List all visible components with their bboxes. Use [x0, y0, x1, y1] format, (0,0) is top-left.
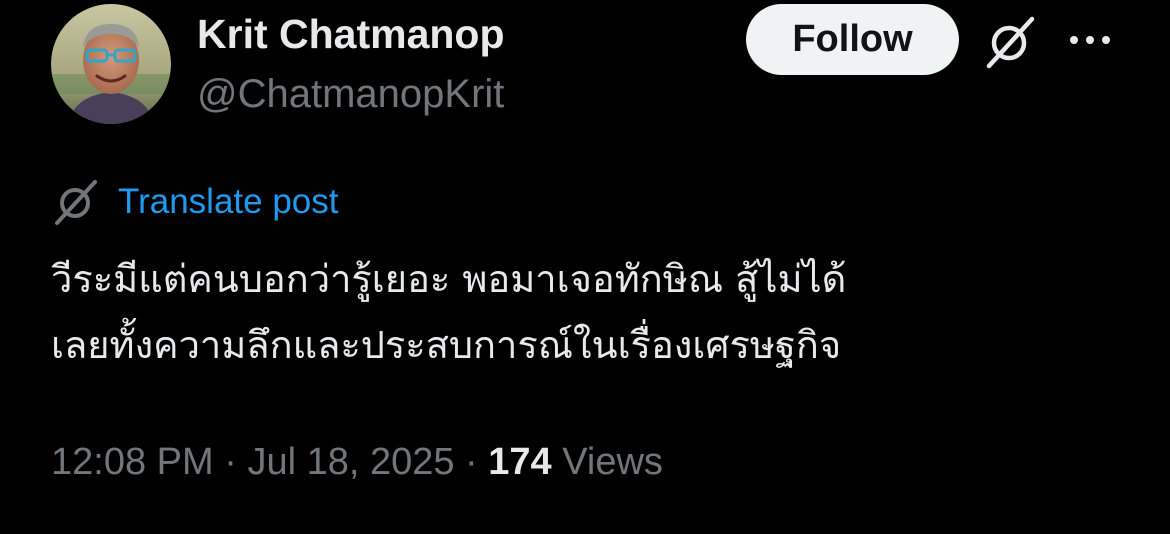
post-meta: 12:08 PM · Jul 18, 2025 · 174 Views	[51, 434, 663, 490]
meta-separator: ·	[213, 441, 248, 483]
follow-button[interactable]: Follow	[746, 4, 959, 75]
views-count[interactable]: 174	[488, 441, 551, 483]
post-text-line: เลยทั้งความลึกและประสบการณ์ในเรื่องเศรษฐ…	[51, 323, 842, 367]
post-date[interactable]: Jul 18, 2025	[247, 441, 454, 483]
user-handle[interactable]: @ChatmanopKrit	[197, 68, 504, 120]
meta-separator: ·	[454, 441, 489, 483]
post-time[interactable]: 12:08 PM	[51, 441, 214, 483]
views-label[interactable]: Views	[562, 441, 663, 483]
translate-post-link[interactable]: Translate post	[118, 182, 338, 222]
more-horizontal-icon	[1070, 36, 1110, 44]
post-text-line: วีระมีแต่คนบอกว่ารู้เยอะ พอมาเจอทักษิณ ส…	[51, 257, 847, 301]
grok-slash-icon	[55, 180, 97, 225]
display-name[interactable]: Krit Chatmanop	[197, 8, 505, 60]
translate-row[interactable]: Translate post	[51, 176, 338, 228]
post-text: วีระมีแต่คนบอกว่ารู้เยอะ พอมาเจอทักษิณ ส…	[51, 246, 1131, 378]
more-button[interactable]	[1066, 24, 1114, 56]
grok-slash-icon	[986, 16, 1035, 69]
avatar-image	[51, 4, 171, 124]
avatar[interactable]	[51, 4, 171, 124]
grok-button[interactable]	[982, 14, 1038, 70]
